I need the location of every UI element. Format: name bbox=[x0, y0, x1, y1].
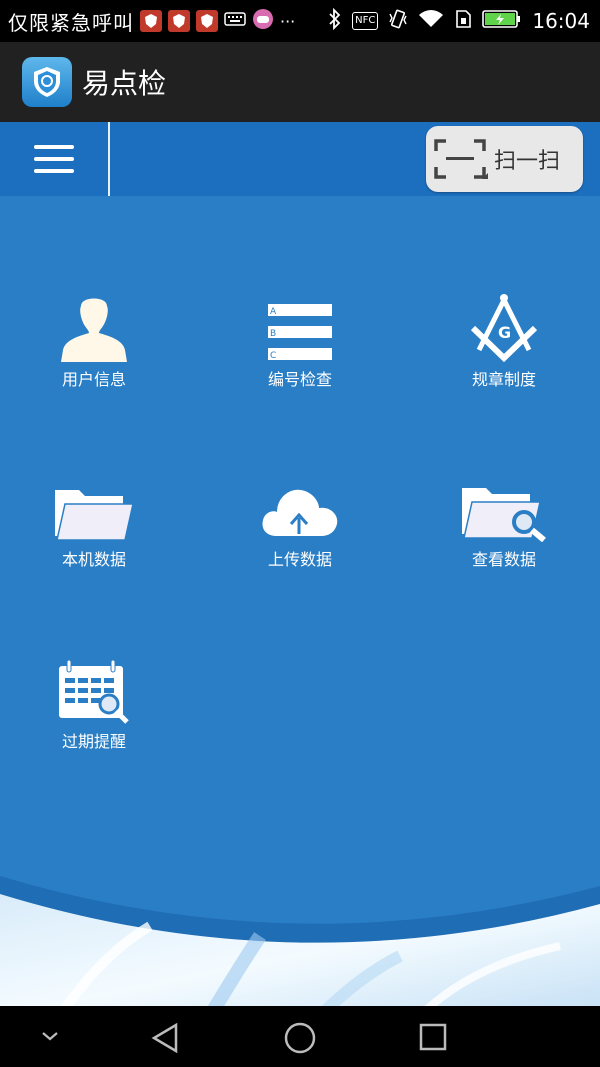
app-bar: 易点检 bbox=[0, 42, 600, 122]
status-bar: 仅限紧急呼叫 ··· NFC 16:04 bbox=[0, 0, 600, 42]
user-icon bbox=[44, 286, 144, 362]
folder-search-icon bbox=[454, 466, 554, 542]
scan-button[interactable]: 扫一扫 bbox=[426, 126, 583, 192]
carrier-text: 仅限紧急呼叫 bbox=[8, 10, 134, 35]
main-panel: 用户信息 A B C 编号检查 G 规章制度 本机数据 上传数据 查看数据 过期… bbox=[0, 196, 600, 1006]
home-icon[interactable] bbox=[284, 1022, 316, 1054]
scan-frame-icon bbox=[432, 137, 488, 181]
calendar-search-icon bbox=[44, 648, 144, 724]
keyboard-icon bbox=[224, 11, 246, 31]
expiry-reminder-item[interactable]: 过期提醒 bbox=[14, 648, 174, 752]
cloud-upload-icon bbox=[250, 466, 350, 542]
app-logo bbox=[22, 57, 72, 107]
back-icon[interactable] bbox=[150, 1022, 182, 1054]
battery-charging-icon bbox=[482, 9, 522, 34]
user-info-item[interactable]: 用户信息 bbox=[14, 286, 174, 390]
app-title: 易点检 bbox=[82, 67, 167, 100]
grid-label: 上传数据 bbox=[267, 550, 332, 569]
chevron-down-icon[interactable] bbox=[40, 1028, 60, 1044]
compass-square-icon: G bbox=[454, 286, 554, 362]
notification-icon bbox=[196, 10, 218, 32]
clock: 16:04 bbox=[532, 9, 590, 33]
more-icon: ··· bbox=[280, 11, 296, 31]
nfc-icon: NFC bbox=[352, 12, 379, 30]
grid-label: 用户信息 bbox=[61, 370, 126, 389]
decorative-footer-art bbox=[0, 876, 600, 1006]
recents-icon[interactable] bbox=[418, 1022, 448, 1052]
wifi-icon bbox=[418, 9, 444, 34]
scan-label: 扫一扫 bbox=[494, 149, 561, 174]
local-data-item[interactable]: 本机数据 bbox=[14, 466, 174, 570]
view-data-item[interactable]: 查看数据 bbox=[424, 466, 584, 570]
abc-list-icon: A B C bbox=[250, 286, 350, 362]
regulations-item[interactable]: G 规章制度 bbox=[424, 286, 584, 390]
list-letter-c: C bbox=[270, 351, 276, 361]
list-letter-a: A bbox=[270, 307, 277, 317]
folder-icon bbox=[44, 466, 144, 542]
notification-icon bbox=[168, 10, 190, 32]
compass-letter: G bbox=[498, 323, 511, 342]
upload-data-item[interactable]: 上传数据 bbox=[220, 466, 380, 570]
grid-label: 本机数据 bbox=[61, 550, 126, 569]
grid-label: 编号检查 bbox=[267, 370, 332, 389]
list-letter-b: B bbox=[270, 329, 276, 339]
grid-label: 过期提醒 bbox=[61, 732, 126, 751]
sim-icon bbox=[454, 9, 472, 34]
grid-label: 查看数据 bbox=[471, 550, 536, 569]
toolbar: 扫一扫 bbox=[0, 122, 600, 196]
hamburger-icon bbox=[34, 145, 74, 173]
code-check-item[interactable]: A B C 编号检查 bbox=[220, 286, 380, 390]
bluetooth-icon bbox=[328, 7, 342, 35]
game-icon bbox=[252, 8, 274, 34]
grid-label: 规章制度 bbox=[471, 370, 536, 389]
navigation-bar bbox=[0, 1006, 600, 1067]
notification-icon bbox=[140, 10, 162, 32]
vibrate-icon bbox=[388, 8, 408, 35]
menu-button[interactable] bbox=[0, 122, 110, 196]
